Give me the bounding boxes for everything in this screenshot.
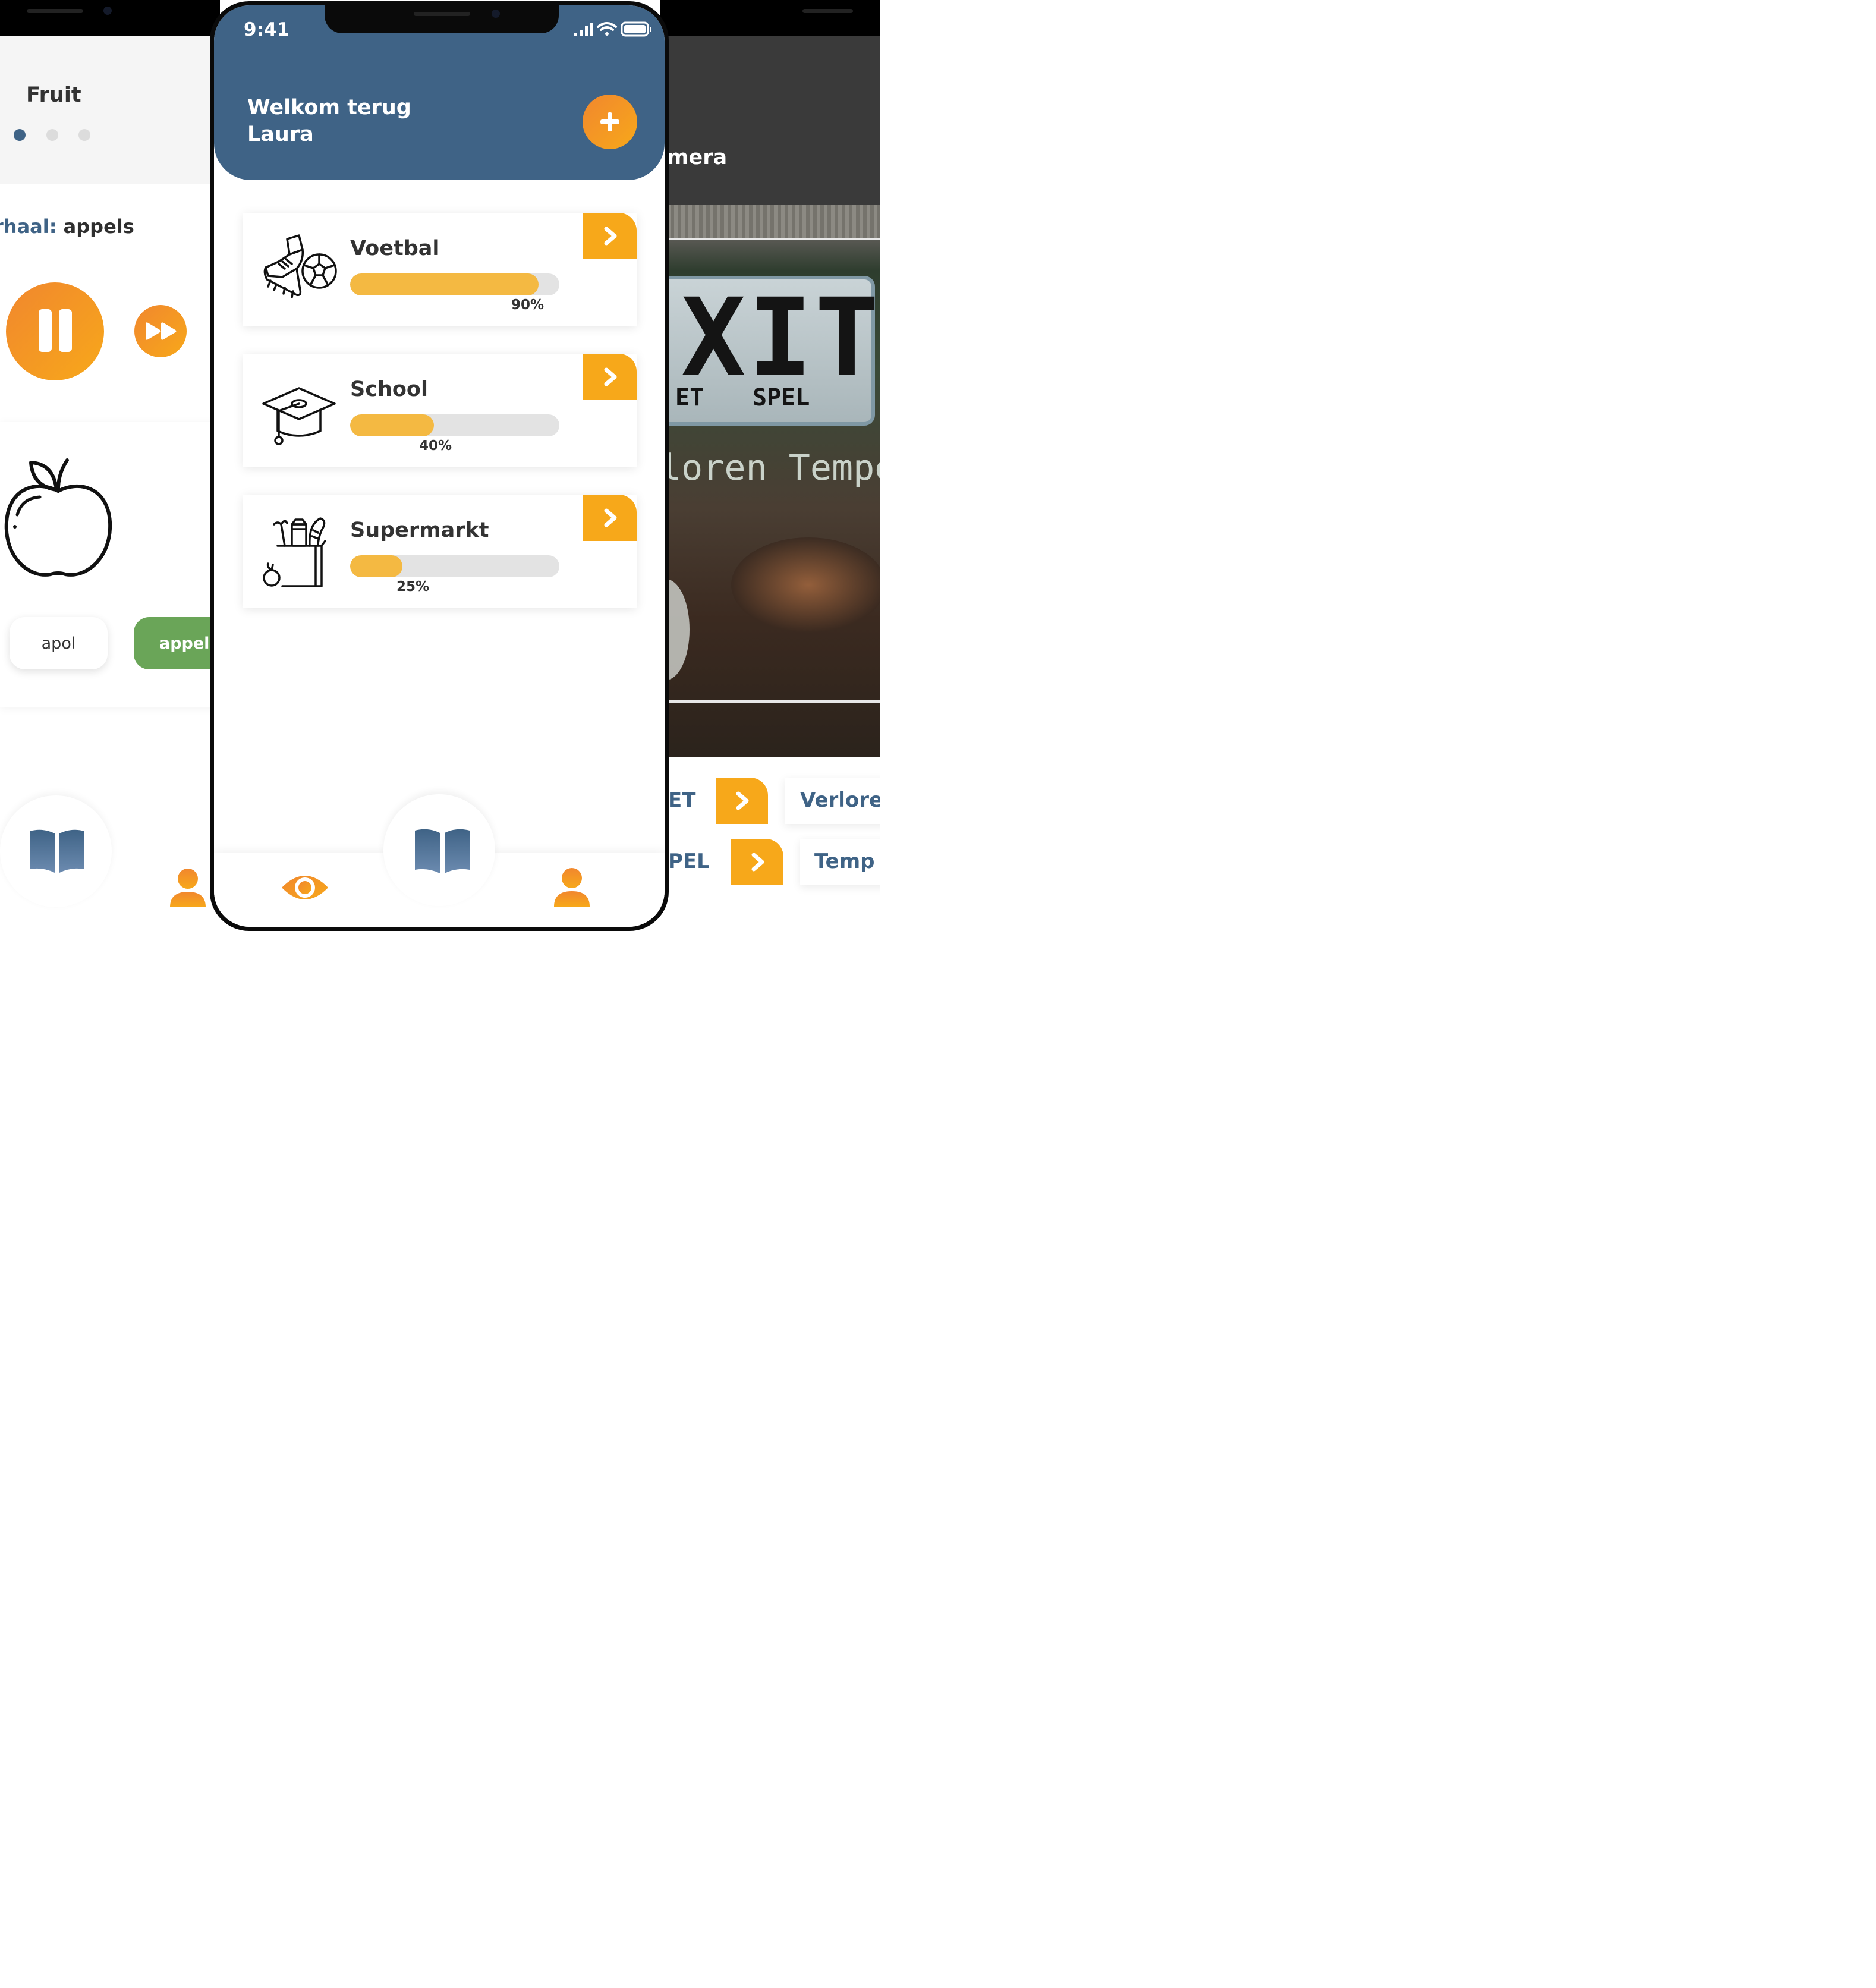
sign-main-text: XIT: [681, 276, 880, 400]
pause-icon-bar: [59, 309, 72, 352]
book-icon[interactable]: [414, 827, 471, 876]
chevron-right-icon: [604, 227, 617, 246]
chevron-right-icon: [604, 367, 617, 386]
photo-caption: loren Tempe: [660, 447, 880, 489]
plus-icon-bar: [608, 112, 612, 131]
photo-sign: XIT ET SPEL: [660, 276, 879, 426]
answer-option-apol[interactable]: apol: [10, 617, 108, 669]
next-button[interactable]: [716, 778, 768, 824]
photo-glow: [731, 537, 880, 633]
word-list: ET Verlore PEL Temp: [660, 757, 880, 932]
word-label: Temp: [814, 850, 875, 873]
progress-bar: [350, 273, 559, 295]
photo-wall: [660, 205, 880, 240]
fast-forward-button[interactable]: [134, 305, 187, 357]
story-label: rhaal: appels: [0, 215, 134, 238]
answer-option-appel[interactable]: appel: [134, 617, 220, 669]
camera-photo[interactable]: XIT ET SPEL loren Tempe: [660, 205, 880, 757]
profile-icon[interactable]: [553, 867, 591, 908]
word-tag: ET: [668, 788, 696, 812]
progress-fill: [350, 273, 539, 295]
pager-dot[interactable]: [46, 129, 58, 141]
category-card-voetbal[interactable]: Voetbal 90%: [243, 213, 637, 326]
speaker: [414, 12, 470, 16]
battery-icon: [621, 21, 651, 37]
pager-dot-active[interactable]: [14, 129, 26, 141]
pause-button[interactable]: [6, 282, 104, 380]
welcome-line: Welkom terug: [247, 96, 411, 119]
story-word: appels: [63, 215, 134, 238]
status-time: 9:41: [244, 19, 290, 40]
progress-fill: [350, 555, 402, 577]
signal-icon: [185, 23, 204, 34]
status-icons: [574, 21, 651, 37]
chevron-right-icon: [751, 853, 764, 872]
sign-sub-left: ET: [675, 384, 704, 411]
progress-label: 25%: [396, 579, 430, 594]
front-camera: [492, 10, 500, 18]
camera-title: mera: [667, 146, 728, 169]
notch: [325, 5, 559, 33]
sign-sub-right: SPEL: [753, 384, 810, 411]
grocery-bag-icon: [263, 517, 326, 587]
category-name: School: [350, 378, 428, 401]
open-category-button[interactable]: [583, 495, 637, 541]
story-prefix: rhaal:: [0, 215, 57, 238]
left-camera: [103, 7, 112, 15]
graduation-cap-icon: [262, 387, 336, 445]
profile-icon[interactable]: [169, 868, 207, 908]
welcome-text: Welkom terug Laura: [247, 95, 411, 148]
category-card-school[interactable]: School 40%: [243, 354, 637, 467]
lesson-title: Fruit: [26, 83, 81, 107]
open-category-button[interactable]: [583, 213, 637, 259]
next-button[interactable]: [731, 839, 783, 885]
right-speaker: [802, 9, 853, 13]
progress-bar: [350, 414, 559, 436]
progress-label: 40%: [419, 438, 452, 454]
signal-icon: [574, 23, 593, 36]
progress-fill: [350, 414, 434, 436]
scan-line-top: [660, 238, 880, 240]
category-name: Supermarkt: [350, 518, 489, 542]
book-icon[interactable]: [29, 828, 86, 875]
user-name: Laura: [247, 122, 314, 146]
left-header: [0, 36, 220, 184]
word-tag: PEL: [668, 850, 710, 873]
left-notch: [0, 0, 172, 34]
chevron-right-icon: [736, 791, 749, 810]
wifi-icon: [597, 22, 617, 36]
right-phone-screen: mera XIT ET SPEL loren Tempe ET Verlore …: [660, 0, 880, 932]
progress-label: 90%: [511, 297, 544, 313]
home-screen: 9:41 Welkom terug Laura Voetbal 90% Scho…: [214, 5, 665, 927]
right-notch: [707, 0, 880, 34]
word-card[interactable]: Temp: [800, 839, 880, 885]
progress-bar: [350, 555, 559, 577]
scan-line-bottom: [660, 700, 880, 703]
chevron-right-icon: [604, 508, 617, 527]
fast-forward-icon: [146, 322, 177, 340]
add-button[interactable]: [583, 95, 637, 149]
category-card-supermarkt[interactable]: Supermarkt 25%: [243, 495, 637, 608]
center-phone: 9:41 Welkom terug Laura Voetbal 90% Scho…: [210, 0, 669, 932]
eye-icon[interactable]: [280, 871, 330, 904]
left-speaker: [27, 9, 83, 13]
word-label: Verlore: [800, 788, 880, 812]
camera-header: [660, 30, 880, 205]
left-phone-screen: Fruit rhaal: appels apol appel: [0, 0, 220, 932]
category-name: Voetbal: [350, 237, 440, 260]
apple-icon: [4, 458, 112, 577]
football-boot-icon: [263, 234, 337, 298]
word-card[interactable]: Verlore: [785, 778, 880, 824]
open-category-button[interactable]: [583, 354, 637, 400]
pager-dot[interactable]: [78, 129, 90, 141]
pause-icon: [39, 309, 52, 352]
